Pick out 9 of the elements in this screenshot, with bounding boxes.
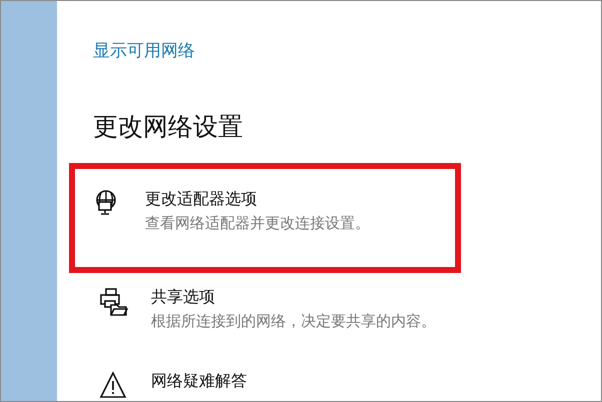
option-title[interactable]: 网络疑难解答 bbox=[151, 371, 247, 392]
show-networks-link[interactable]: 显示可用网络 bbox=[93, 39, 195, 62]
option-title[interactable]: 更改适配器选项 bbox=[145, 189, 370, 210]
option-description: 根据所连接到的网络，决定要共享的内容。 bbox=[151, 312, 436, 331]
warning-icon bbox=[99, 371, 129, 401]
option-description: 查看网络适配器并更改连接设置。 bbox=[145, 214, 370, 233]
section-heading: 更改网络设置 bbox=[93, 111, 243, 143]
option-title[interactable]: 共享选项 bbox=[151, 287, 436, 308]
printer-folder-icon bbox=[99, 287, 129, 317]
